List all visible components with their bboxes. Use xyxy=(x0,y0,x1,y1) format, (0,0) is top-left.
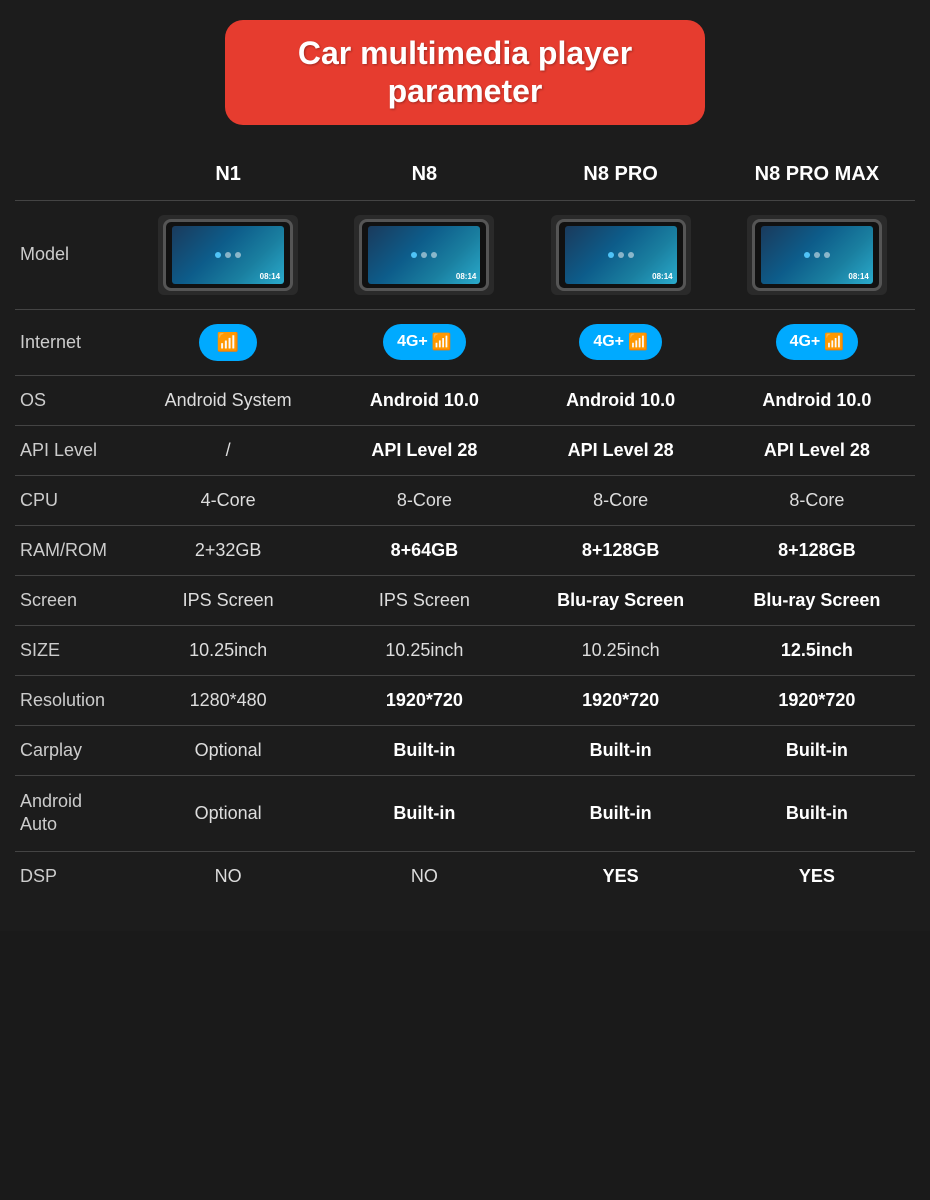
screen-n1: IPS Screen xyxy=(130,575,326,625)
4g-label-n8: 4G+ xyxy=(397,333,428,351)
internet-n8: 4G+ 📶 xyxy=(326,309,522,375)
resolution-n1: 1280*480 xyxy=(130,675,326,725)
wifi-label-n8: 📶 xyxy=(432,332,452,352)
wifi-label-n8pro: 📶 xyxy=(628,332,648,352)
row-os: OS Android System Android 10.0 Android 1… xyxy=(15,375,915,425)
row-cpu: CPU 4-Core 8-Core 8-Core 8-Core xyxy=(15,475,915,525)
page-wrapper: Car multimedia player parameter N1 N8 N8… xyxy=(0,0,930,931)
internet-n8pro: 4G+ 📶 xyxy=(523,309,719,375)
row-label-resolution: Resolution xyxy=(15,675,130,725)
dsp-n8: NO xyxy=(326,851,522,901)
col-header-n8: N8 xyxy=(326,155,522,201)
os-n1: Android System xyxy=(130,375,326,425)
4g-label-n8promax: 4G+ xyxy=(790,333,821,351)
row-android-auto: Android Auto Optional Built-in Built-in … xyxy=(15,775,915,851)
row-dsp: DSP NO NO YES YES xyxy=(15,851,915,901)
internet-n1: 📶 xyxy=(130,309,326,375)
row-label-api: API Level xyxy=(15,425,130,475)
resolution-n8pro: 1920*720 xyxy=(523,675,719,725)
android-auto-n8pro: Built-in xyxy=(523,775,719,851)
android-auto-n8: Built-in xyxy=(326,775,522,851)
row-screen: Screen IPS Screen IPS Screen Blu-ray Scr… xyxy=(15,575,915,625)
cpu-n8promax: 8-Core xyxy=(719,475,915,525)
cpu-n8: 8-Core xyxy=(326,475,522,525)
model-n8: 08:14 xyxy=(326,200,522,309)
4g-badge-n8: 4G+ 📶 xyxy=(383,324,466,360)
resolution-n8promax: 1920*720 xyxy=(719,675,915,725)
row-label-os: OS xyxy=(15,375,130,425)
model-n8promax: 08:14 xyxy=(719,200,915,309)
4g-badge-n8pro: 4G+ 📶 xyxy=(579,324,662,360)
page-title: Car multimedia player parameter xyxy=(255,34,675,111)
col-header-n8pro: N8 PRO xyxy=(523,155,719,201)
dsp-n8pro: YES xyxy=(523,851,719,901)
size-n8promax: 12.5inch xyxy=(719,625,915,675)
cpu-n1: 4-Core xyxy=(130,475,326,525)
os-n8: Android 10.0 xyxy=(326,375,522,425)
row-ram: RAM/ROM 2+32GB 8+64GB 8+128GB 8+128GB xyxy=(15,525,915,575)
dsp-n1: NO xyxy=(130,851,326,901)
android-auto-n8promax: Built-in xyxy=(719,775,915,851)
row-label-internet: Internet xyxy=(15,309,130,375)
row-size: SIZE 10.25inch 10.25inch 10.25inch 12.5i… xyxy=(15,625,915,675)
comparison-table: N1 N8 N8 PRO N8 PRO MAX Model xyxy=(15,155,915,901)
wifi-icon: 📶 xyxy=(217,332,239,353)
size-n8pro: 10.25inch xyxy=(523,625,719,675)
dsp-n8promax: YES xyxy=(719,851,915,901)
model-image-n1: 08:14 xyxy=(158,215,298,295)
os-n8pro: Android 10.0 xyxy=(523,375,719,425)
ram-n8promax: 8+128GB xyxy=(719,525,915,575)
ram-n1: 2+32GB xyxy=(130,525,326,575)
row-internet: Internet 📶 4G+ 📶 4G+ 📶 4G xyxy=(15,309,915,375)
api-n8pro: API Level 28 xyxy=(523,425,719,475)
wifi-label-n8promax: 📶 xyxy=(824,332,844,352)
4g-badge-n8promax: 4G+ 📶 xyxy=(776,324,859,360)
col-header-label xyxy=(15,155,130,201)
api-n1: / xyxy=(130,425,326,475)
row-resolution: Resolution 1280*480 1920*720 1920*720 19… xyxy=(15,675,915,725)
resolution-n8: 1920*720 xyxy=(326,675,522,725)
ram-n8pro: 8+128GB xyxy=(523,525,719,575)
row-model: Model 08:14 xyxy=(15,200,915,309)
carplay-n1: Optional xyxy=(130,725,326,775)
ram-n8: 8+64GB xyxy=(326,525,522,575)
row-api: API Level / API Level 28 API Level 28 AP… xyxy=(15,425,915,475)
4g-label-n8pro: 4G+ xyxy=(593,333,624,351)
model-n8pro: 08:14 xyxy=(523,200,719,309)
row-label-size: SIZE xyxy=(15,625,130,675)
column-headers: N1 N8 N8 PRO N8 PRO MAX xyxy=(15,155,915,201)
internet-n8promax: 4G+ 📶 xyxy=(719,309,915,375)
row-carplay: Carplay Optional Built-in Built-in Built… xyxy=(15,725,915,775)
model-image-n8promax: 08:14 xyxy=(747,215,887,295)
api-n8promax: API Level 28 xyxy=(719,425,915,475)
col-header-n1: N1 xyxy=(130,155,326,201)
row-label-cpu: CPU xyxy=(15,475,130,525)
carplay-n8pro: Built-in xyxy=(523,725,719,775)
row-label-carplay: Carplay xyxy=(15,725,130,775)
row-label-ram: RAM/ROM xyxy=(15,525,130,575)
screen-n8promax: Blu-ray Screen xyxy=(719,575,915,625)
size-n8: 10.25inch xyxy=(326,625,522,675)
screen-n8: IPS Screen xyxy=(326,575,522,625)
row-label-dsp: DSP xyxy=(15,851,130,901)
os-n8promax: Android 10.0 xyxy=(719,375,915,425)
screen-n8pro: Blu-ray Screen xyxy=(523,575,719,625)
android-auto-n1: Optional xyxy=(130,775,326,851)
carplay-n8: Built-in xyxy=(326,725,522,775)
row-label-screen: Screen xyxy=(15,575,130,625)
col-header-n8promax: N8 PRO MAX xyxy=(719,155,915,201)
model-n1: 08:14 xyxy=(130,200,326,309)
cpu-n8pro: 8-Core xyxy=(523,475,719,525)
row-label-model: Model xyxy=(15,200,130,309)
model-image-n8pro: 08:14 xyxy=(551,215,691,295)
api-n8: API Level 28 xyxy=(326,425,522,475)
size-n1: 10.25inch xyxy=(130,625,326,675)
carplay-n8promax: Built-in xyxy=(719,725,915,775)
row-label-android-auto: Android Auto xyxy=(15,775,130,851)
model-image-n8: 08:14 xyxy=(354,215,494,295)
title-box: Car multimedia player parameter xyxy=(225,20,705,125)
wifi-badge-n1: 📶 xyxy=(199,324,257,361)
